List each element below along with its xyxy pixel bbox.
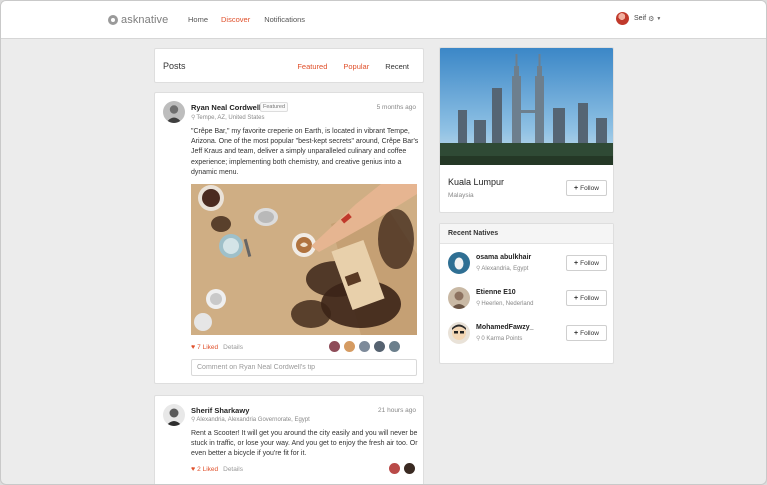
city-country: Malaysia	[448, 192, 474, 199]
post-location-text: Tempe, AZ, United States	[196, 115, 265, 121]
post-location: ⚲Tempe, AZ, United States	[191, 114, 264, 121]
details-link[interactable]: Details	[223, 344, 243, 351]
follow-native-button[interactable]: + Follow	[566, 255, 607, 271]
likes-count[interactable]: 7 Liked	[197, 344, 218, 351]
likers-avatars	[386, 462, 416, 475]
native-location-text: Heerlen, Nederland	[481, 301, 534, 307]
user-menu[interactable]: Seif ⚙ ▼	[616, 12, 661, 25]
plus-icon: +	[574, 184, 579, 192]
native-location-text: Alexandria, Egypt	[481, 266, 529, 272]
follow-label: Follow	[580, 329, 599, 337]
native-karma: ⚲0 Karma Points	[476, 335, 522, 342]
tab-featured[interactable]: Featured	[297, 62, 327, 71]
liker-avatar[interactable]	[343, 340, 356, 353]
heart-icon[interactable]: ♥	[191, 466, 195, 473]
post-image[interactable]	[191, 184, 417, 335]
post-time: 5 months ago	[376, 104, 416, 111]
comment-input[interactable]	[191, 359, 417, 376]
native-karma-text: 0 Karma Points	[481, 336, 523, 342]
plus-icon: +	[574, 329, 579, 337]
caret-down-icon: ▼	[656, 15, 662, 22]
post-time: 21 hours ago	[378, 407, 416, 414]
map-pin-icon: ⚲	[191, 115, 196, 121]
nav-discover[interactable]: Discover	[221, 15, 250, 24]
post-card: Sherif Sharkawy ⚲Alexandria, Alexandria …	[154, 395, 424, 484]
native-name[interactable]: MohamedFawzy_	[476, 324, 534, 331]
follow-label: Follow	[580, 259, 599, 267]
liker-avatar[interactable]	[328, 340, 341, 353]
follow-label: Follow	[580, 294, 599, 302]
posts-header: Posts Featured Popular Recent	[154, 48, 424, 83]
post-likes: ♥ 2 Liked Details	[191, 466, 243, 473]
post-author[interactable]: Sherif Sharkawy	[191, 406, 249, 415]
post-body: "Crêpe Bar," my favorite creperie on Ear…	[191, 128, 419, 176]
author-avatar[interactable]	[163, 404, 185, 426]
brand-name: asknative	[121, 14, 169, 26]
follow-city-button[interactable]: + Follow	[566, 180, 607, 196]
post-body: Rent a Scooter! It will get you around t…	[191, 430, 418, 458]
heart-icon[interactable]: ♥	[191, 344, 195, 351]
map-pin-icon: ⚲	[476, 266, 481, 272]
post-author[interactable]: Ryan Neal Cordwell	[191, 103, 261, 112]
map-pin-icon: ⚲	[476, 301, 481, 307]
recent-natives-title: Recent Natives	[448, 230, 499, 237]
native-avatar[interactable]	[448, 252, 470, 274]
native-name[interactable]: Etienne E10	[476, 289, 516, 296]
posts-title: Posts	[163, 61, 186, 71]
nav-notifications[interactable]: Notifications	[264, 15, 305, 24]
liker-avatar[interactable]	[373, 340, 386, 353]
posts-tabs: Featured Popular Recent	[281, 62, 409, 71]
native-location: ⚲Heerlen, Nederland	[476, 300, 533, 307]
tab-recent[interactable]: Recent	[385, 62, 409, 71]
details-link[interactable]: Details	[223, 466, 243, 473]
app-window: asknative Home Discover Notifications Se…	[0, 0, 767, 485]
city-name: Kuala Lumpur	[448, 177, 505, 187]
city-card: Kuala Lumpur Malaysia + Follow	[439, 47, 614, 213]
liker-avatar[interactable]	[403, 462, 416, 475]
gear-icon: ⚙	[648, 15, 655, 23]
plus-icon: +	[574, 259, 579, 267]
featured-badge: Featured	[260, 102, 289, 112]
liker-avatar[interactable]	[388, 340, 401, 353]
plus-icon: +	[574, 294, 579, 302]
nav-home[interactable]: Home	[188, 15, 208, 24]
post-location-text: Alexandria, Alexandria Governorate, Egyp…	[196, 417, 310, 423]
follow-native-button[interactable]: + Follow	[566, 325, 607, 341]
recent-natives-card: Recent Natives osama abulkhair ⚲Alexandr…	[439, 223, 614, 364]
map-pin-icon: ⚲	[476, 336, 481, 342]
author-avatar[interactable]	[163, 101, 185, 123]
native-name[interactable]: osama abulkhair	[476, 254, 531, 261]
native-avatar[interactable]	[448, 287, 470, 309]
user-avatar	[616, 12, 629, 25]
follow-native-button[interactable]: + Follow	[566, 290, 607, 306]
liker-avatar[interactable]	[388, 462, 401, 475]
post-card: Ryan Neal Cordwell Featured ⚲Tempe, AZ, …	[154, 92, 424, 384]
native-location: ⚲Alexandria, Egypt	[476, 265, 528, 272]
brand-logo[interactable]: asknative	[108, 14, 168, 26]
tab-popular[interactable]: Popular	[343, 62, 369, 71]
top-navbar: asknative Home Discover Notifications Se…	[1, 1, 766, 39]
liker-avatar[interactable]	[358, 340, 371, 353]
post-location: ⚲Alexandria, Alexandria Governorate, Egy…	[191, 416, 310, 423]
main-nav: Home Discover Notifications	[188, 15, 305, 24]
likers-avatars	[326, 340, 401, 353]
user-name: Seif	[634, 15, 647, 22]
map-pin-icon: ⚲	[191, 417, 196, 423]
logo-icon	[108, 15, 118, 25]
follow-label: Follow	[580, 184, 599, 192]
recent-natives-header: Recent Natives	[440, 224, 613, 244]
post-likes: ♥ 7 Liked Details	[191, 344, 243, 351]
likes-count[interactable]: 2 Liked	[197, 466, 218, 473]
city-image[interactable]	[440, 48, 613, 165]
native-avatar[interactable]	[448, 322, 470, 344]
